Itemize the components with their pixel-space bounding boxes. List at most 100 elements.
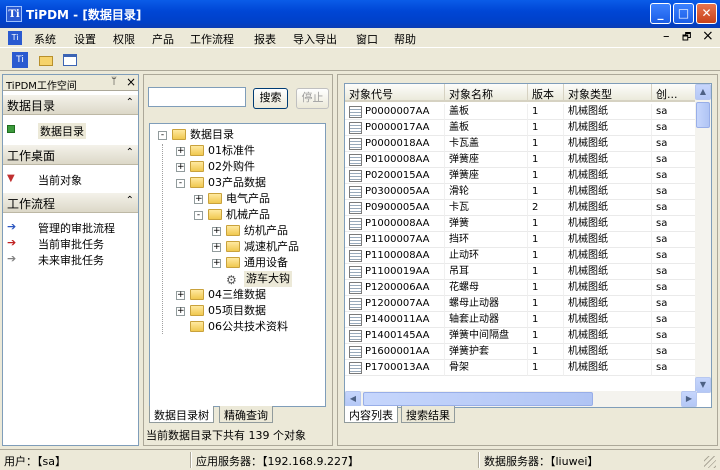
resize-grip-icon[interactable] bbox=[704, 456, 716, 468]
menu-settings[interactable]: 设置 bbox=[74, 31, 96, 47]
tree-node[interactable]: + 通用设备 bbox=[212, 255, 325, 271]
table-row[interactable]: P1400145AA 弹簧中间隔盘 1 机械图纸 sa bbox=[345, 328, 697, 344]
cell-text: sa bbox=[656, 106, 668, 117]
collapse-chevron-icon[interactable]: ⌃ bbox=[126, 147, 134, 158]
expand-icon[interactable]: + bbox=[212, 243, 221, 252]
scroll-up-icon[interactable]: ▲ bbox=[695, 84, 711, 100]
table-row[interactable]: P0100008AA 弹簧座 1 机械图纸 sa bbox=[345, 152, 697, 168]
table-cell: 弹簧护套 bbox=[445, 344, 528, 360]
col-header-type[interactable]: 对象类型 bbox=[564, 84, 652, 102]
table-cell: P1100019AA bbox=[345, 264, 445, 280]
app-logo-icon[interactable]: Ti bbox=[12, 52, 28, 68]
tree-node-root[interactable]: - 数据目录 bbox=[158, 127, 318, 143]
table-row[interactable]: P0000007AA 盖板 1 机械图纸 sa bbox=[345, 104, 697, 120]
pane-close-icon[interactable]: × bbox=[126, 75, 136, 89]
section-header-workflow[interactable]: 工作流程 ⌃ bbox=[3, 193, 138, 213]
minimize-button[interactable]: _ bbox=[650, 3, 671, 24]
horizontal-scrollbar[interactable]: ◀ ▶ bbox=[345, 391, 697, 407]
hscroll-thumb[interactable] bbox=[363, 392, 593, 406]
tree-node[interactable]: +02外购件 bbox=[176, 159, 325, 175]
scroll-thumb[interactable] bbox=[696, 102, 710, 128]
tab-content-list[interactable]: 内容列表 bbox=[344, 406, 398, 423]
menu-product[interactable]: 产品 bbox=[152, 31, 174, 47]
expand-icon[interactable]: + bbox=[176, 147, 185, 156]
tree-node[interactable]: +01标准件 bbox=[176, 143, 325, 159]
col-header-name[interactable]: 对象名称 bbox=[445, 84, 528, 102]
tree-node[interactable]: + 电气产品 bbox=[194, 191, 325, 207]
expand-icon[interactable]: + bbox=[176, 307, 185, 316]
expand-icon[interactable]: + bbox=[212, 259, 221, 268]
mdi-close-button[interactable]: × bbox=[702, 28, 714, 44]
menu-system[interactable]: 系统 bbox=[34, 31, 56, 47]
collapse-chevron-icon[interactable]: ⌃ bbox=[126, 97, 134, 108]
mdi-minimize-button[interactable]: – bbox=[663, 29, 670, 44]
menu-help[interactable]: 帮助 bbox=[394, 31, 416, 47]
search-input[interactable] bbox=[148, 87, 246, 107]
tab-search-results[interactable]: 搜索结果 bbox=[401, 406, 455, 423]
mdi-restore-button[interactable]: 🗗 bbox=[682, 30, 691, 47]
scroll-down-icon[interactable]: ▼ bbox=[695, 377, 711, 393]
tree-node[interactable]: 06公共技术资料 bbox=[176, 319, 325, 335]
table-row[interactable]: P1700013AA 骨架 1 机械图纸 sa bbox=[345, 360, 697, 376]
table-row[interactable]: P1000008AA 弹簧 1 机械图纸 sa bbox=[345, 216, 697, 232]
object-table[interactable]: 对象代号 对象名称 版本 对象类型 创... P0000007AA 盖板 1 机械图纸… bbox=[344, 83, 712, 408]
table-row[interactable]: P0900005AA 卡瓦 2 机械图纸 sa bbox=[345, 200, 697, 216]
open-folder-icon[interactable] bbox=[38, 52, 54, 68]
tree-node[interactable]: +04三维数据 bbox=[176, 287, 325, 303]
app-icon[interactable]: Ti bbox=[6, 6, 22, 22]
menu-import-export[interactable]: 导入导出 bbox=[293, 31, 337, 47]
search-button[interactable]: 搜索 bbox=[253, 88, 288, 109]
tree-node[interactable]: - 机械产品 bbox=[194, 207, 325, 223]
table-row[interactable]: P1600001AA 弹簧护套 1 机械图纸 sa bbox=[345, 344, 697, 360]
table-row[interactable]: P0000018AA 卡瓦盖 1 机械图纸 sa bbox=[345, 136, 697, 152]
tree-node[interactable]: - 03产品数据 bbox=[176, 175, 325, 191]
table-row[interactable]: P1400011AA 轴套止动器 1 机械图纸 sa bbox=[345, 312, 697, 328]
pin-icon[interactable]: ᛘ bbox=[111, 76, 117, 87]
col-header-code[interactable]: 对象代号 bbox=[345, 84, 445, 102]
expand-icon[interactable]: + bbox=[194, 195, 203, 204]
col-header-version[interactable]: 版本 bbox=[528, 84, 564, 102]
table-cell: 机械图纸 bbox=[564, 168, 652, 184]
collapse-icon[interactable]: - bbox=[194, 211, 203, 220]
table-row[interactable]: P0000017AA 盖板 1 机械图纸 sa bbox=[345, 120, 697, 136]
doc-icon[interactable]: Ti bbox=[8, 31, 22, 45]
tab-exact-query[interactable]: 精确查询 bbox=[219, 406, 273, 423]
expand-icon[interactable]: + bbox=[212, 227, 221, 236]
tree-node[interactable]: + 纺机产品 bbox=[212, 223, 325, 239]
menu-window[interactable]: 窗口 bbox=[356, 31, 378, 47]
table-row[interactable]: P1200007AA 螺母止动器 1 机械图纸 sa bbox=[345, 296, 697, 312]
table-row[interactable]: P1100008AA 止动环 1 机械图纸 sa bbox=[345, 248, 697, 264]
window-layout-icon[interactable] bbox=[62, 52, 78, 68]
collapse-chevron-icon[interactable]: ⌃ bbox=[126, 195, 134, 206]
tree-node[interactable]: + 减速机产品 bbox=[212, 239, 325, 255]
col-header-creator[interactable]: 创... bbox=[652, 84, 697, 102]
menu-workflow[interactable]: 工作流程 bbox=[190, 31, 234, 47]
scroll-left-icon[interactable]: ◀ bbox=[345, 391, 361, 407]
scroll-right-icon[interactable]: ▶ bbox=[681, 391, 697, 407]
collapse-icon[interactable]: - bbox=[158, 131, 167, 140]
maximize-button[interactable]: □ bbox=[673, 3, 694, 24]
folder-icon bbox=[190, 177, 204, 188]
table-row[interactable]: P0200015AA 弹簧座 1 机械图纸 sa bbox=[345, 168, 697, 184]
table-row[interactable]: P1100007AA 挡环 1 机械图纸 sa bbox=[345, 232, 697, 248]
table-row[interactable]: P1200006AA 花螺母 1 机械图纸 sa bbox=[345, 280, 697, 296]
tree-node[interactable]: ⚙ 游车大钩 bbox=[212, 271, 325, 287]
collapse-icon[interactable]: - bbox=[176, 179, 185, 188]
tree-node[interactable]: +05项目数据 bbox=[176, 303, 325, 319]
expand-icon[interactable]: + bbox=[176, 163, 185, 172]
cell-text: 弹簧 bbox=[449, 218, 469, 229]
table-row[interactable]: P0300005AA 滑轮 1 机械图纸 sa bbox=[345, 184, 697, 200]
catalog-tree[interactable]: - 数据目录 +01标准件 +02外购件 -03产品数据 + 电气产品 - 机械产品 + 纺机产… bbox=[149, 123, 326, 407]
stop-button[interactable]: 停止 bbox=[296, 88, 329, 109]
close-button[interactable]: ✕ bbox=[696, 3, 717, 24]
section-header-desktop[interactable]: 工作桌面 ⌃ bbox=[3, 145, 138, 165]
vertical-scrollbar[interactable]: ▲ ▼ bbox=[695, 84, 711, 393]
tab-catalog-tree[interactable]: 数据目录树 bbox=[149, 406, 214, 423]
menu-permissions[interactable]: 权限 bbox=[113, 31, 135, 47]
expand-icon[interactable]: + bbox=[176, 291, 185, 300]
menu-reports[interactable]: 报表 bbox=[254, 31, 276, 47]
cell-text: sa bbox=[656, 154, 668, 165]
table-cell: 机械图纸 bbox=[564, 264, 652, 280]
table-row[interactable]: P1100019AA 吊耳 1 机械图纸 sa bbox=[345, 264, 697, 280]
section-header-catalog[interactable]: 数据目录 ⌃ bbox=[3, 95, 138, 115]
